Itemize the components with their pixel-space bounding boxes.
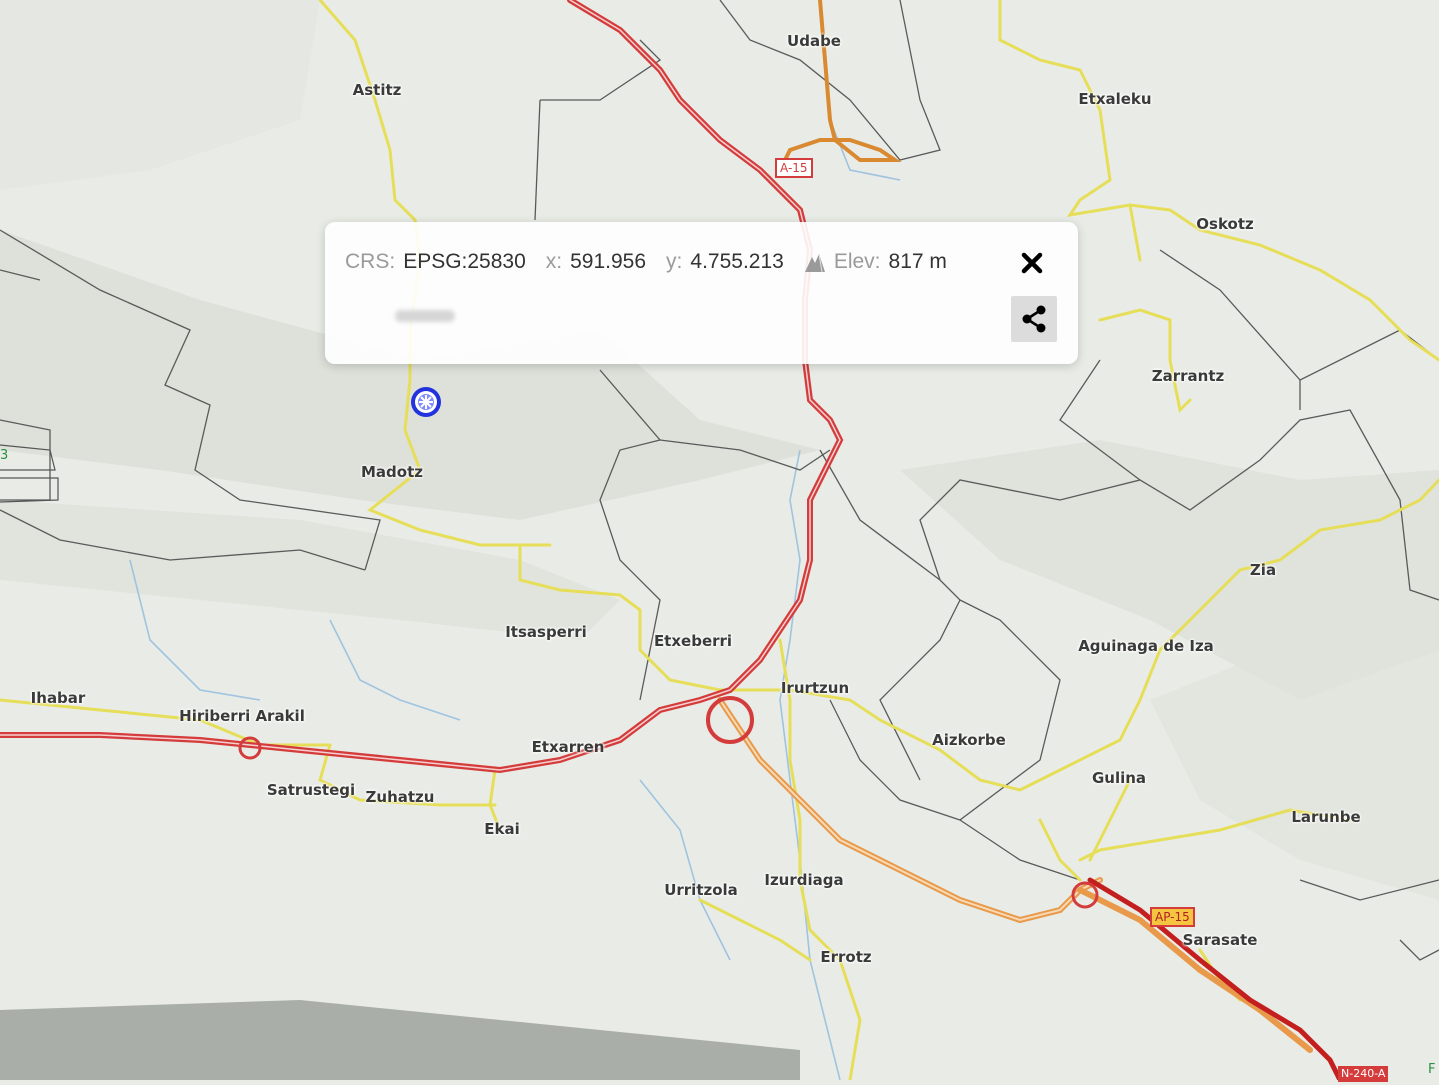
- place-label: Zuhatzu: [365, 788, 435, 806]
- place-label: Gulina: [1091, 769, 1147, 787]
- place-label: Larunbe: [1291, 808, 1361, 826]
- place-label: Sarasate: [1182, 931, 1258, 949]
- share-icon: [1022, 305, 1046, 333]
- place-label: Etxarren: [531, 738, 605, 756]
- map-canvas[interactable]: Astitz Udabe Etxaleku Oskotz Zarrantz Ma…: [0, 0, 1439, 1083]
- elevation-label: Elev:: [833, 250, 881, 273]
- coordinate-info-row: CRS: EPSG:25830 x: 591.956 y: 4.755.213 …: [345, 250, 967, 274]
- y-value: 4.755.213: [690, 250, 784, 273]
- edge-road-label: 3: [0, 448, 9, 463]
- place-label: Aguinaga de Iza: [1078, 637, 1214, 655]
- road-shield-ap15: AP-15: [1150, 907, 1195, 927]
- x-value: 591.956: [570, 250, 647, 273]
- place-label: Ihabar: [30, 689, 86, 707]
- place-label: Irurtzun: [780, 679, 850, 697]
- terrain-relief: [0, 0, 1439, 1080]
- place-label: Hiriberri Arakil: [179, 707, 305, 725]
- x-label: x:: [545, 250, 563, 273]
- share-button[interactable]: [1011, 296, 1057, 342]
- close-button[interactable]: [1015, 246, 1049, 280]
- place-label: Zarrantz: [1151, 367, 1225, 385]
- place-label: Astitz: [352, 81, 402, 99]
- place-label: Etxaleku: [1078, 90, 1152, 108]
- y-label: y:: [666, 250, 683, 273]
- place-label: Madotz: [361, 463, 423, 481]
- place-label: Ekai: [484, 820, 520, 838]
- road-shield-a15: A-15: [775, 158, 813, 178]
- place-label: Zia: [1249, 561, 1277, 579]
- edge-road-label: F: [1428, 1062, 1436, 1077]
- place-label: Satrustegi: [266, 781, 356, 799]
- place-label: Urritzola: [664, 881, 738, 899]
- crs-value: EPSG:25830: [403, 250, 526, 273]
- crs-label: CRS:: [345, 250, 396, 273]
- elevation-value: 817 m: [888, 250, 947, 273]
- place-label: Errotz: [820, 948, 872, 966]
- place-label: Oskotz: [1196, 215, 1254, 233]
- place-label: Itsasperri: [505, 623, 587, 641]
- elevation-icon: [804, 253, 825, 273]
- blurred-address-text: [395, 310, 455, 322]
- place-label: Udabe: [787, 32, 841, 50]
- map-layer[interactable]: [0, 0, 1439, 1083]
- place-label: Aizkorbe: [932, 731, 1006, 749]
- location-marker-icon[interactable]: [409, 385, 443, 419]
- place-label: Etxeberri: [653, 632, 733, 650]
- coordinate-popup: CRS: EPSG:25830 x: 591.956 y: 4.755.213 …: [325, 222, 1078, 364]
- close-icon: [1021, 252, 1043, 274]
- place-label: Izurdiaga: [764, 871, 844, 889]
